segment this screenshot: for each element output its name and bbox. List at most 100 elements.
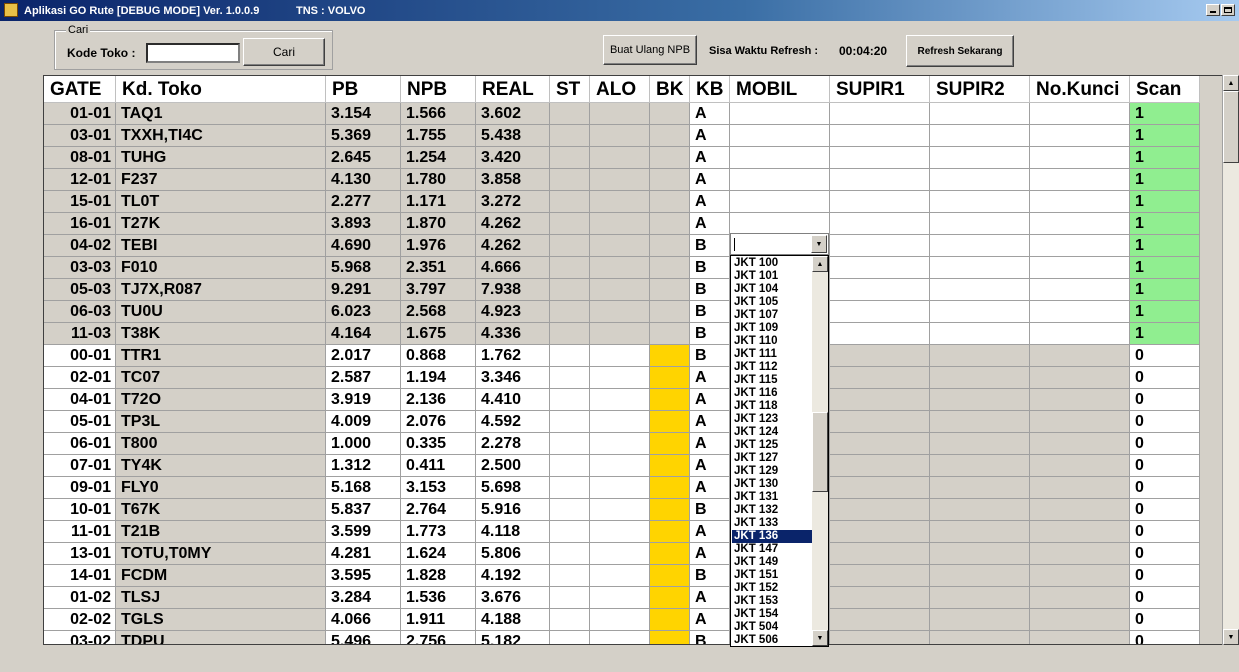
cell-kb[interactable]: B [690,279,730,301]
cell-supir2[interactable] [930,345,1030,367]
cell-supir1[interactable] [830,235,930,257]
cell-npb[interactable]: 3.153 [401,477,476,499]
cell-supir2[interactable] [930,169,1030,191]
cell-bk[interactable] [650,345,690,367]
cell-toko[interactable]: TDPU [116,631,326,644]
cell-mobil[interactable] [730,213,830,235]
cell-kb[interactable]: A [690,587,730,609]
dropdown-scroll-thumb[interactable] [812,412,828,492]
cell-scan[interactable]: 1 [1130,103,1200,125]
cell-toko[interactable]: F237 [116,169,326,191]
cell-real[interactable]: 4.188 [476,609,550,631]
cell-toko[interactable]: T800 [116,433,326,455]
cell-pb[interactable]: 1.000 [326,433,401,455]
dropdown-option[interactable]: JKT 100 [732,257,813,270]
cell-supir1[interactable] [830,279,930,301]
cell-alo[interactable] [590,499,650,521]
dropdown-option[interactable]: JKT 147 [732,543,813,556]
column-header-gate[interactable]: GATE [44,76,116,103]
cell-gate[interactable]: 03-02 [44,631,116,644]
cell-bk[interactable] [650,191,690,213]
cell-supir2[interactable] [930,587,1030,609]
cell-supir1[interactable] [830,477,930,499]
cell-supir1[interactable] [830,609,930,631]
cell-real[interactable]: 2.278 [476,433,550,455]
cell-npb[interactable]: 1.976 [401,235,476,257]
cell-real[interactable]: 5.182 [476,631,550,644]
mobil-combobox[interactable]: ▼ [730,233,829,255]
cell-bk[interactable] [650,609,690,631]
cell-npb[interactable]: 1.171 [401,191,476,213]
cell-kb[interactable]: B [690,257,730,279]
cell-st[interactable] [550,323,590,345]
cell-supir1[interactable] [830,433,930,455]
cell-st[interactable] [550,609,590,631]
cell-bk[interactable] [650,587,690,609]
cell-toko[interactable]: TY4K [116,455,326,477]
cell-supir2[interactable] [930,499,1030,521]
cell-pb[interactable]: 3.284 [326,587,401,609]
cell-gate[interactable]: 05-03 [44,279,116,301]
cell-kb[interactable]: A [690,521,730,543]
cell-alo[interactable] [590,257,650,279]
cell-real[interactable]: 4.118 [476,521,550,543]
cell-alo[interactable] [590,565,650,587]
cell-real[interactable]: 4.262 [476,213,550,235]
cell-st[interactable] [550,587,590,609]
column-header-bk[interactable]: BK [650,76,690,103]
cell-real[interactable]: 1.762 [476,345,550,367]
cell-gate[interactable]: 02-01 [44,367,116,389]
cell-npb[interactable]: 1.773 [401,521,476,543]
cell-pb[interactable]: 3.893 [326,213,401,235]
cell-bk[interactable] [650,411,690,433]
cell-st[interactable] [550,235,590,257]
cell-no-kunci[interactable] [1030,125,1130,147]
cell-npb[interactable]: 1.566 [401,103,476,125]
cell-no-kunci[interactable] [1030,169,1130,191]
cell-supir1[interactable] [830,543,930,565]
dropdown-option[interactable]: JKT 133 [732,517,813,530]
dropdown-option[interactable]: JKT 129 [732,465,813,478]
cell-pb[interactable]: 2.017 [326,345,401,367]
cell-real[interactable]: 4.923 [476,301,550,323]
cell-alo[interactable] [590,169,650,191]
cell-pb[interactable]: 1.312 [326,455,401,477]
cell-kb[interactable]: A [690,609,730,631]
dropdown-option[interactable]: JKT 127 [732,452,813,465]
cell-toko[interactable]: TLSJ [116,587,326,609]
cell-npb[interactable]: 1.536 [401,587,476,609]
dropdown-option[interactable]: JKT 109 [732,322,813,335]
cell-real[interactable]: 5.916 [476,499,550,521]
cell-scan[interactable]: 1 [1130,301,1200,323]
cell-alo[interactable] [590,213,650,235]
cell-supir2[interactable] [930,279,1030,301]
cell-supir2[interactable] [930,125,1030,147]
cell-real[interactable]: 4.336 [476,323,550,345]
cell-scan[interactable]: 0 [1130,631,1200,644]
cell-supir1[interactable] [830,565,930,587]
cell-supir1[interactable] [830,257,930,279]
dropdown-option[interactable]: JKT 153 [732,595,813,608]
cell-scan[interactable]: 1 [1130,279,1200,301]
cell-scan[interactable]: 0 [1130,455,1200,477]
cell-scan[interactable]: 0 [1130,499,1200,521]
cell-kb[interactable]: A [690,433,730,455]
dropdown-option[interactable]: JKT 118 [732,400,813,413]
dropdown-option[interactable]: JKT 101 [732,270,813,283]
cell-pb[interactable]: 5.496 [326,631,401,644]
cell-real[interactable]: 3.346 [476,367,550,389]
cell-st[interactable] [550,477,590,499]
cell-no-kunci[interactable] [1030,411,1130,433]
cell-supir2[interactable] [930,389,1030,411]
cell-alo[interactable] [590,367,650,389]
dropdown-option[interactable]: JKT 116 [732,387,813,400]
cell-alo[interactable] [590,103,650,125]
cell-no-kunci[interactable] [1030,279,1130,301]
cell-npb[interactable]: 2.764 [401,499,476,521]
cell-kb[interactable]: A [690,147,730,169]
cell-gate[interactable]: 10-01 [44,499,116,521]
cell-no-kunci[interactable] [1030,323,1130,345]
cell-kb[interactable]: A [690,213,730,235]
cell-gate[interactable]: 02-02 [44,609,116,631]
cell-supir1[interactable] [830,411,930,433]
